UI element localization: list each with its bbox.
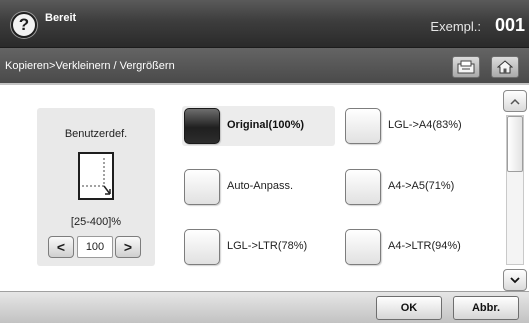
option-label: Original(100%) [227, 119, 305, 131]
option-label: Auto-Anpass. [227, 180, 294, 192]
option-checkbox[interactable] [345, 229, 381, 265]
home-icon [497, 60, 513, 74]
option-original[interactable]: Original(100%) [182, 106, 339, 146]
chevron-down-icon [510, 276, 520, 283]
job-status-button[interactable] [452, 56, 480, 78]
decrease-button[interactable]: < [48, 236, 74, 258]
scroll-up-button[interactable] [503, 90, 527, 112]
custom-ratio-title: Benutzerdef. [64, 128, 128, 140]
home-button[interactable] [491, 56, 519, 78]
option-label: LGL->A4(83%) [388, 119, 462, 131]
option-label: A4->A5(71%) [388, 180, 455, 192]
breadcrumb: Kopieren>Verkleinern / Vergrößern [5, 60, 175, 72]
action-bar: OK Abbr. [0, 291, 529, 323]
option-checkbox[interactable] [345, 108, 381, 144]
option-lgl-a4[interactable]: LGL->A4(83%) [345, 106, 495, 146]
status-bar: ? Bereit Exempl.: 001 [0, 0, 529, 48]
ratio-range: [25-400]% [70, 216, 122, 228]
increase-button[interactable]: > [115, 236, 141, 258]
scroll-down-button[interactable] [503, 269, 527, 291]
reduce-enlarge-panel: Benutzerdef. [25-400]% < 100 > Original(… [0, 85, 529, 291]
option-checkbox[interactable] [184, 229, 220, 265]
chevron-right-icon: > [123, 239, 133, 255]
machine-status: Bereit [45, 12, 77, 24]
scroll-thumb[interactable] [507, 116, 523, 172]
page-preview [78, 152, 114, 200]
option-label: A4->LTR(94%) [388, 240, 461, 252]
help-button[interactable]: ? [11, 12, 37, 38]
ok-button[interactable]: OK [376, 296, 442, 320]
option-lgl-ltr[interactable]: LGL->LTR(78%) [184, 227, 334, 267]
option-auto-fit[interactable]: Auto-Anpass. [184, 167, 334, 207]
scrollbar[interactable] [503, 85, 527, 291]
job-status-icon [457, 60, 475, 74]
scale-corner-icon [82, 156, 111, 195]
option-checkbox[interactable] [345, 169, 381, 205]
chevron-up-icon [510, 98, 520, 105]
option-checkbox[interactable] [184, 108, 220, 144]
custom-ratio-panel: Benutzerdef. [25-400]% < 100 > [37, 108, 155, 266]
scroll-track[interactable] [506, 115, 524, 265]
help-icon: ? [18, 15, 30, 34]
chevron-left-icon: < [56, 239, 66, 255]
copies-label: Exempl.: [430, 19, 481, 34]
breadcrumb-bar: Kopieren>Verkleinern / Vergrößern [0, 48, 529, 85]
cancel-button[interactable]: Abbr. [453, 296, 519, 320]
ratio-value-field[interactable]: 100 [77, 236, 113, 258]
option-label: LGL->LTR(78%) [227, 240, 308, 252]
copies-count[interactable]: 001 [495, 15, 525, 36]
option-a4-a5[interactable]: A4->A5(71%) [345, 167, 495, 207]
option-checkbox[interactable] [184, 169, 220, 205]
option-a4-ltr[interactable]: A4->LTR(94%) [345, 227, 495, 267]
